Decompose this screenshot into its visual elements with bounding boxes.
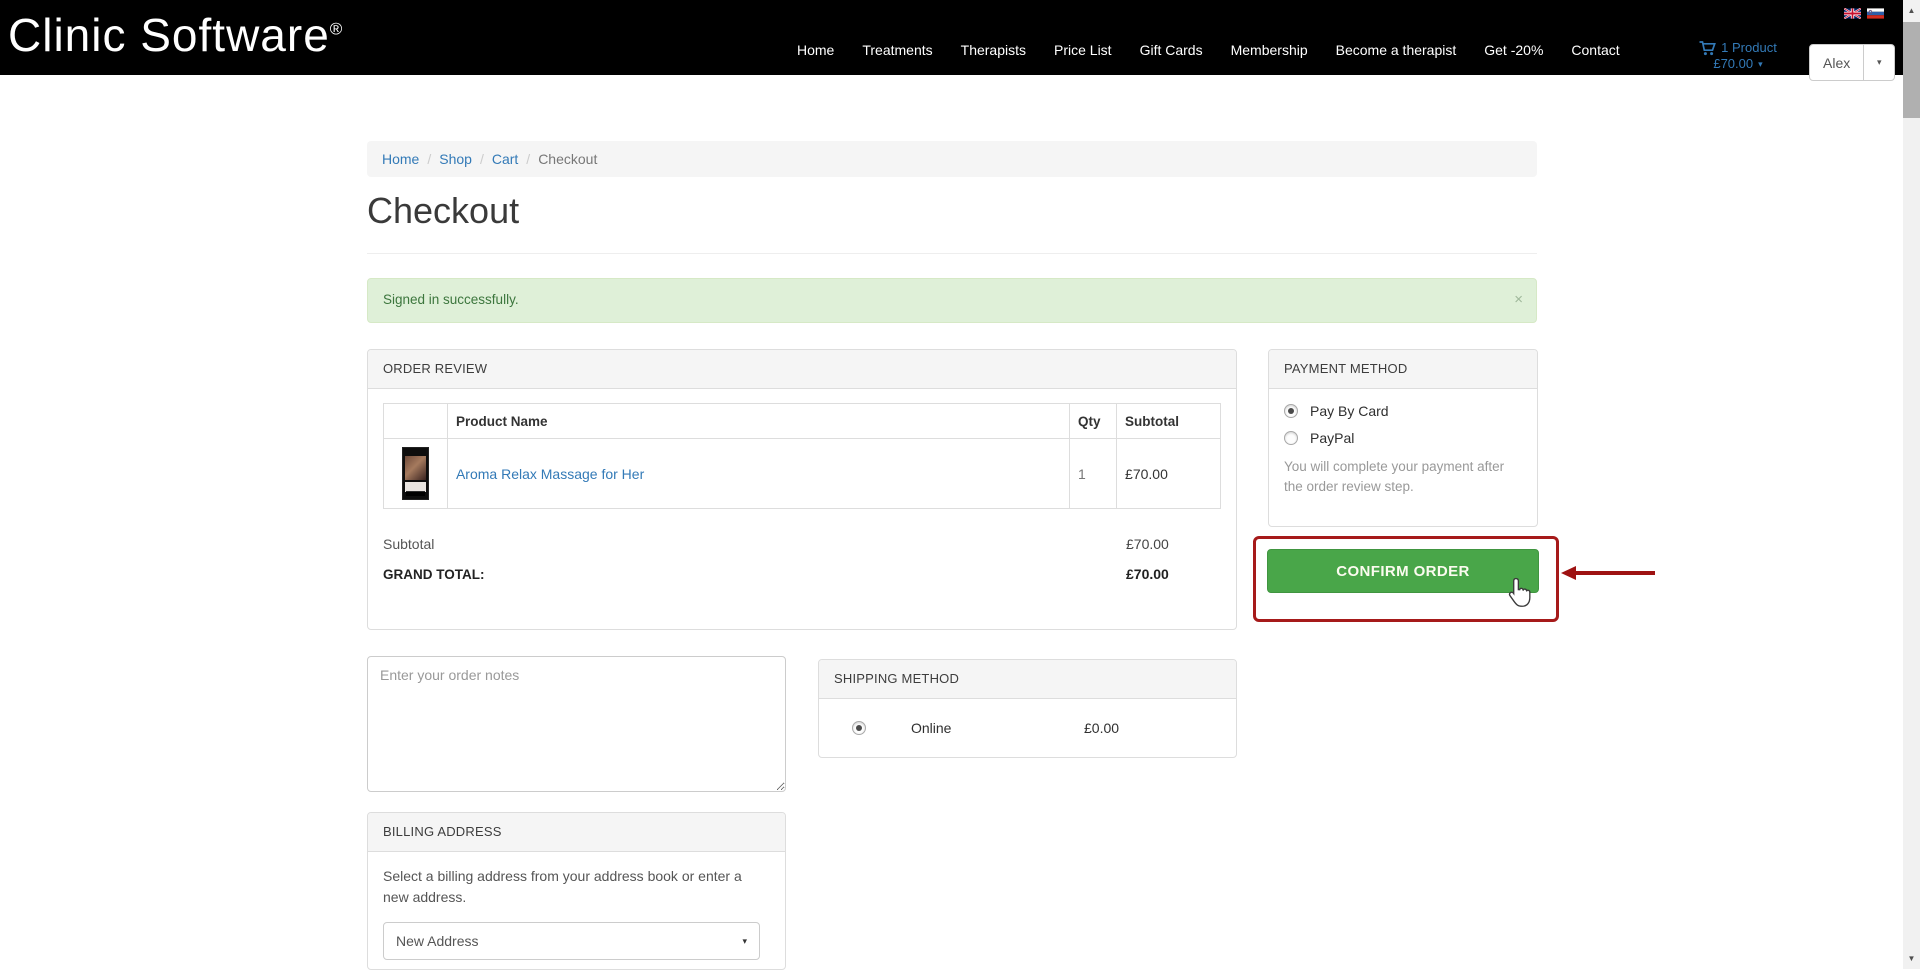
product-qty: 1 — [1070, 439, 1117, 509]
breadcrumb-shop[interactable]: Shop — [439, 151, 472, 167]
page-scrollbar[interactable]: ▲ ▼ — [1903, 0, 1920, 969]
nav-home[interactable]: Home — [797, 42, 834, 58]
order-review-body: Product Name Qty Subtotal Aroma Relax Ma… — [368, 389, 1236, 603]
order-notes-input[interactable] — [367, 656, 786, 792]
scroll-down-icon[interactable]: ▼ — [1903, 950, 1920, 967]
close-icon[interactable]: × — [1514, 291, 1523, 308]
product-link[interactable]: Aroma Relax Massage for Her — [456, 466, 644, 482]
nav-membership[interactable]: Membership — [1231, 42, 1308, 58]
breadcrumb-separator: / — [518, 151, 538, 167]
main-nav: Home Treatments Therapists Price List Gi… — [797, 42, 1620, 58]
billing-address-description: Select a billing address from your addre… — [383, 866, 761, 908]
cart-caret-icon: ▾ — [1758, 56, 1763, 72]
billing-address-body: Select a billing address from your addre… — [368, 852, 785, 974]
col-product-name: Product Name — [447, 404, 1069, 439]
nav-become-a-therapist[interactable]: Become a therapist — [1336, 42, 1457, 58]
hand-cursor-icon — [1506, 577, 1533, 608]
subtotal-value: £70.00 — [1126, 529, 1169, 559]
product-subtotal: £70.00 — [1117, 439, 1221, 509]
nav-contact[interactable]: Contact — [1571, 42, 1619, 58]
billing-address-select-value: New Address — [396, 933, 478, 949]
order-table: Product Name Qty Subtotal Aroma Relax Ma… — [383, 403, 1221, 509]
registered-trademark-icon: ® — [330, 20, 344, 39]
shipping-online-radio[interactable] — [852, 721, 866, 735]
paypal-option[interactable]: PayPal — [1284, 430, 1522, 446]
billing-address-title: BILLING ADDRESS — [368, 813, 785, 852]
logo-text: Clinic Software — [8, 9, 330, 61]
shipping-method-panel: SHIPPING METHOD Online £0.00 — [818, 659, 1237, 758]
pay-by-card-radio[interactable] — [1284, 404, 1298, 418]
subtotal-label: Subtotal — [383, 536, 434, 552]
nav-price-list[interactable]: Price List — [1054, 42, 1112, 58]
pay-by-card-label[interactable]: Pay By Card — [1310, 403, 1389, 419]
user-menu-button: Alex ▾ — [1809, 44, 1895, 81]
grand-total-value: £70.00 — [1126, 559, 1169, 589]
breadcrumb-cart[interactable]: Cart — [492, 151, 518, 167]
user-caret-icon[interactable]: ▾ — [1863, 45, 1894, 80]
col-qty: Qty — [1070, 404, 1117, 439]
product-name-cell: Aroma Relax Massage for Her — [447, 439, 1069, 509]
chevron-down-icon: ▾ — [742, 936, 747, 947]
nav-gift-cards[interactable]: Gift Cards — [1140, 42, 1203, 58]
product-image-cell — [384, 439, 448, 509]
mini-cart[interactable]: 1 Product £70.00 ▾ — [1688, 40, 1788, 72]
user-name-button[interactable]: Alex — [1810, 45, 1863, 80]
scrollbar-thumb[interactable] — [1903, 22, 1920, 118]
grand-total-label: GRAND TOTAL: — [383, 567, 485, 582]
payment-method-body: Pay By Card PayPal You will complete you… — [1269, 389, 1537, 511]
payment-note: You will complete your payment after the… — [1284, 457, 1522, 497]
alert-message: Signed in successfully. — [383, 292, 519, 307]
billing-address-select[interactable]: New Address ▾ — [383, 922, 760, 960]
scroll-up-icon[interactable]: ▲ — [1903, 2, 1920, 19]
nav-treatments[interactable]: Treatments — [862, 42, 932, 58]
order-review-title: ORDER REVIEW — [368, 350, 1236, 389]
nav-therapists[interactable]: Therapists — [961, 42, 1026, 58]
pay-by-card-option[interactable]: Pay By Card — [1284, 403, 1522, 419]
shipping-method-title: SHIPPING METHOD — [819, 660, 1236, 699]
uk-flag-icon[interactable] — [1844, 8, 1861, 19]
success-alert: Signed in successfully. × — [367, 278, 1537, 323]
shipping-online-option[interactable]: Online £0.00 — [819, 699, 1236, 757]
language-switcher — [1844, 8, 1884, 19]
col-subtotal: Subtotal — [1117, 404, 1221, 439]
grand-total-row: GRAND TOTAL: £70.00 — [383, 559, 1221, 589]
annotation-arrow-icon — [1561, 566, 1576, 580]
title-divider — [367, 253, 1537, 254]
slovenia-flag-icon[interactable] — [1867, 8, 1884, 19]
cart-total: £70.00 — [1713, 56, 1753, 72]
billing-address-panel: BILLING ADDRESS Select a billing address… — [367, 812, 786, 970]
breadcrumb-separator: / — [472, 151, 492, 167]
subtotal-row: Subtotal £70.00 — [383, 529, 1221, 559]
paypal-radio[interactable] — [1284, 431, 1298, 445]
cart-count: 1 Product — [1721, 40, 1777, 56]
breadcrumb: Home/Shop/Cart/Checkout — [367, 141, 1537, 177]
page-title: Checkout — [367, 190, 519, 232]
order-review-panel: ORDER REVIEW Product Name Qty Subtotal A — [367, 349, 1237, 630]
paypal-label[interactable]: PayPal — [1310, 430, 1354, 446]
col-image — [384, 404, 448, 439]
site-header: Clinic Software® Home Treatments Therapi… — [0, 0, 1903, 75]
payment-method-panel: PAYMENT METHOD Pay By Card PayPal You wi… — [1268, 349, 1538, 527]
annotation-arrow-line — [1576, 571, 1655, 575]
confirm-order-button[interactable]: CONFIRM ORDER — [1267, 549, 1539, 593]
breadcrumb-separator: / — [419, 151, 439, 167]
product-thumbnail[interactable] — [402, 447, 429, 500]
payment-method-title: PAYMENT METHOD — [1269, 350, 1537, 389]
shipping-online-label[interactable]: Online — [911, 720, 951, 736]
breadcrumb-home[interactable]: Home — [382, 151, 419, 167]
nav-get-discount[interactable]: Get -20% — [1484, 42, 1543, 58]
cart-icon — [1699, 41, 1716, 56]
order-table-row: Aroma Relax Massage for Her 1 £70.00 — [384, 439, 1221, 509]
breadcrumb-current: Checkout — [538, 151, 597, 167]
shipping-online-price: £0.00 — [1084, 720, 1119, 736]
order-summary: Subtotal £70.00 GRAND TOTAL: £70.00 — [383, 529, 1221, 589]
clinic-software-logo[interactable]: Clinic Software® — [8, 2, 343, 68]
order-table-header-row: Product Name Qty Subtotal — [384, 404, 1221, 439]
